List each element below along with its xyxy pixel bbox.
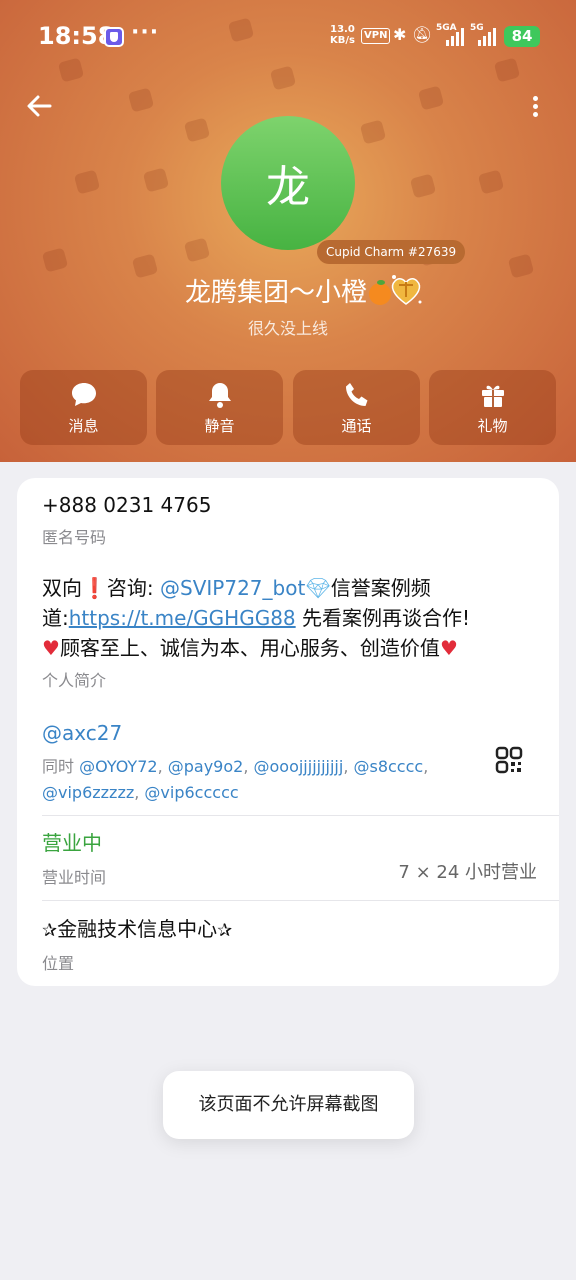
alt-username-6[interactable]: @vip6ccccc — [144, 783, 238, 802]
phone-label: 匿名号码 — [42, 528, 107, 547]
heart-emoji-icon-2: ♥ — [439, 636, 458, 660]
divider — [42, 900, 559, 901]
action-bar: 消息 静音 通话 礼物 — [20, 370, 556, 445]
status-time: 18:58 — [38, 22, 115, 50]
bio-mid1: 信誉案例频 — [330, 576, 431, 600]
profile-name: 龙腾集团～小橙 — [0, 272, 576, 309]
profile-header: 18:58 ··· 13.0 KB/s VPN ✱ 🔕︎ 5GA 5G 84 龙… — [0, 0, 576, 462]
alt-username-3[interactable]: @ooojjjjjjjjjj — [253, 757, 343, 776]
bio-mid2: 道: — [42, 606, 69, 630]
hours-value: 7 × 24 小时营业 — [398, 862, 537, 883]
avatar[interactable]: 龙 — [221, 116, 355, 250]
bio-line3: 顾客至上、诚信为本、用心服务、创造价值 — [59, 636, 440, 660]
call-label: 通话 — [341, 417, 372, 435]
gift-label: 礼物 — [477, 417, 508, 435]
sparkle-icon-2: ✰ — [217, 920, 233, 941]
location-row[interactable]: ✰金融技术信息中心✰ 位置 — [42, 914, 537, 974]
bio-label: 个人简介 — [42, 671, 107, 690]
qr-code-icon[interactable] — [495, 746, 523, 774]
hours-status: 营业中 — [42, 831, 102, 855]
cupid-charm-badge[interactable]: Cupid Charm #27639 — [317, 240, 466, 264]
signal-label-1: 5GA — [436, 23, 457, 33]
status-bar: 18:58 ··· 13.0 KB/s VPN ✱ 🔕︎ 5GA 5G 84 — [0, 0, 576, 76]
phone-row[interactable]: +888 0231 4765 匿名号码 — [42, 490, 537, 548]
also-usernames: 同时 @OYOY72, @pay9o2, @ooojjjjjjjjjj, @s8… — [42, 757, 429, 802]
channel-url-link[interactable]: https://t.me/GGHGG88 — [69, 606, 296, 630]
heart-gift-icon[interactable] — [386, 270, 426, 310]
bio-after-url: 先看案例再谈合作! — [295, 606, 471, 630]
back-arrow-icon[interactable] — [24, 90, 56, 122]
also-prefix: 同时 — [42, 757, 80, 776]
alt-username-4[interactable]: @s8cccc — [353, 757, 423, 776]
bio-prefix: 双向 — [42, 576, 82, 600]
gift-icon — [482, 385, 504, 407]
heart-emoji-icon: ♥ — [42, 636, 60, 660]
phone-number: +888 0231 4765 — [42, 493, 212, 517]
mute-icon: 🔕︎ — [412, 25, 433, 44]
bio-ask: 咨询: — [106, 576, 161, 600]
exclamation-emoji-icon: ❗ — [82, 576, 107, 600]
username[interactable]: @axc27 — [42, 718, 489, 748]
profile-info-card: +888 0231 4765 匿名号码 双向❗咨询: @SVIP727_bot💎… — [17, 478, 559, 986]
network-speed: 13.0 KB/s — [330, 24, 355, 46]
mute-label: 静音 — [204, 417, 235, 435]
network-speed-value: 13.0 — [330, 24, 355, 35]
signal-icon-1: 5GA — [436, 23, 466, 46]
screenshot-blocked-toast: 该页面不允许屏幕截图 — [163, 1071, 414, 1139]
sparkle-icon: ✰ — [42, 920, 58, 941]
vpn-icon: VPN — [361, 28, 391, 44]
message-label: 消息 — [68, 417, 99, 435]
more-notifications-icon: ··· — [131, 20, 160, 45]
mute-button[interactable]: 静音 — [156, 370, 283, 445]
location-label: 位置 — [42, 954, 75, 973]
message-icon — [72, 383, 96, 406]
bell-icon — [209, 383, 231, 408]
shield-app-icon — [104, 27, 124, 47]
more-options-icon[interactable] — [526, 92, 546, 122]
battery-icon: 84 — [504, 26, 540, 47]
gift-button[interactable]: 礼物 — [429, 370, 556, 445]
gem-emoji-icon: 💎︎ — [305, 576, 331, 600]
bio-text: 双向❗咨询: @SVIP727_bot💎︎信誉案例频道:https://t.me… — [42, 573, 537, 663]
bot-mention-link[interactable]: @SVIP727_bot — [160, 576, 305, 600]
alt-username-2[interactable]: @pay9o2 — [168, 757, 244, 776]
profile-name-text: 龙腾集团～小橙 — [184, 278, 367, 308]
business-hours-row[interactable]: 营业中 营业时间 7 × 24 小时营业 — [42, 828, 537, 888]
message-button[interactable]: 消息 — [20, 370, 147, 445]
phone-icon — [346, 383, 368, 406]
signal-icon-2: 5G — [470, 23, 500, 46]
last-seen-status: 很久没上线 — [247, 319, 328, 338]
bio-row: 双向❗咨询: @SVIP727_bot💎︎信誉案例频道:https://t.me… — [42, 573, 537, 691]
alt-username-5[interactable]: @vip6zzzzz — [42, 783, 134, 802]
location-value: ✰金融技术信息中心✰ — [42, 914, 537, 946]
signal-label-2: 5G — [470, 23, 484, 33]
bluetooth-icon: ✱ — [393, 25, 407, 44]
call-button[interactable]: 通话 — [293, 370, 420, 445]
network-speed-unit: KB/s — [330, 35, 355, 46]
divider — [42, 815, 559, 816]
username-row[interactable]: @axc27 同时 @OYOY72, @pay9o2, @ooojjjjjjjj… — [42, 718, 489, 806]
alt-username-1[interactable]: @OYOY72 — [79, 757, 157, 776]
location-text: 金融技术信息中心 — [57, 917, 218, 941]
